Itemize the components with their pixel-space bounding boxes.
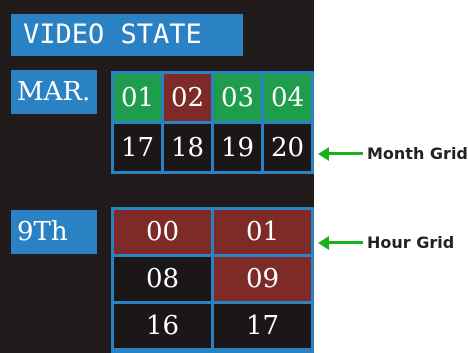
day-cell-17[interactable]: 17 — [114, 124, 161, 171]
hour-cell-16[interactable]: 16 — [114, 304, 211, 348]
month-grid-callout: Month Grid — [318, 144, 468, 163]
month-grid: 01 02 03 04 17 18 19 20 — [111, 71, 314, 174]
day-cell-01[interactable]: 01 — [114, 74, 161, 121]
hour-cell-09[interactable]: 09 — [214, 257, 311, 301]
day-cell-19[interactable]: 19 — [214, 124, 261, 171]
hour-cell-01[interactable]: 01 — [214, 210, 311, 254]
day-cell-18[interactable]: 18 — [164, 124, 211, 171]
hour-cell-08[interactable]: 08 — [114, 257, 211, 301]
device-screen: VIDEO STATE MAR. 01 02 03 04 17 18 19 20… — [0, 0, 314, 353]
hour-cell-17[interactable]: 17 — [214, 304, 311, 348]
day-cell-02[interactable]: 02 — [164, 74, 211, 121]
screen-title: VIDEO STATE — [11, 14, 243, 56]
day-cell-03[interactable]: 03 — [214, 74, 261, 121]
hour-grid: 00 01 08 09 16 17 — [111, 207, 314, 353]
month-label: MAR. — [11, 70, 97, 114]
month-grid-caption: Month Grid — [367, 144, 468, 163]
hour-cell-00[interactable]: 00 — [114, 210, 211, 254]
day-label: 9Th — [11, 210, 97, 254]
arrow-left-icon — [318, 146, 329, 161]
hour-grid-callout: Hour Grid — [318, 233, 454, 252]
arrow-left-icon — [318, 235, 329, 250]
day-cell-20[interactable]: 20 — [264, 124, 311, 171]
callout-line — [329, 241, 363, 244]
day-cell-04[interactable]: 04 — [264, 74, 311, 121]
callout-line — [329, 152, 363, 155]
hour-grid-caption: Hour Grid — [367, 233, 455, 252]
